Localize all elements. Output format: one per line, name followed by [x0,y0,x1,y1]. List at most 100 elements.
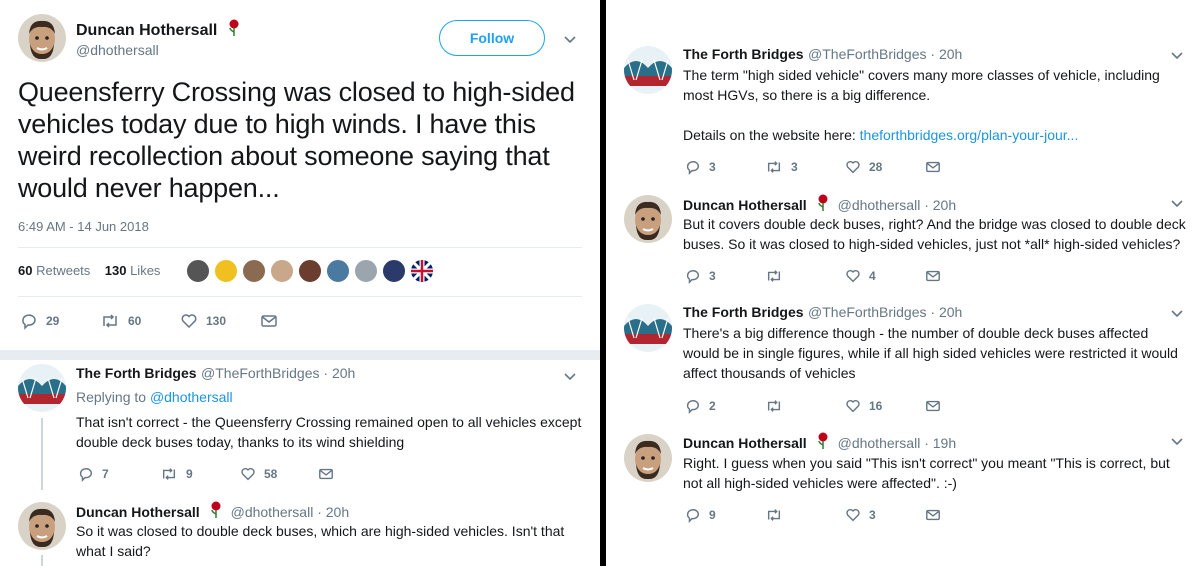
duncan-avatar[interactable] [624,434,672,482]
dm-button[interactable] [260,311,278,331]
reply-button[interactable]: 3 [685,157,716,177]
envelope-icon [926,400,940,412]
liker-avatar[interactable] [409,258,435,284]
reply-author-name[interactable]: The Forth Bridges [76,365,197,381]
tweet-text: Right. I guess when you said "This isn't… [683,455,1170,491]
duncan-avatar[interactable] [18,502,66,550]
forth-bridges-avatar[interactable] [624,46,672,94]
reply-author-handle[interactable]: @TheForthBridges · 20h [201,365,355,381]
reply-text: So it was closed to double deck buses, w… [76,523,565,559]
heart-icon [846,269,860,283]
main-author-handle[interactable]: @dhothersall [76,42,159,58]
forth-bridges-avatar[interactable] [18,364,66,412]
liker-avatar[interactable] [298,259,322,283]
liker-avatar[interactable] [270,259,294,283]
liker-avatar[interactable] [354,259,378,283]
forth-bridges-avatar[interactable] [624,304,672,352]
chevron-down-icon[interactable] [1168,432,1186,450]
main-tweet-text: Queensferry Crossing was closed to high-… [18,77,575,203]
reply-text: That isn't correct - the Queensferry Cro… [76,414,582,450]
liker-avatar[interactable] [382,259,406,283]
dm-button[interactable] [925,505,941,525]
reply-button[interactable]: 9 [685,505,716,525]
dm-button[interactable] [925,157,941,177]
chevron-down-icon[interactable] [561,367,579,385]
retweet-button[interactable]: 9 [160,464,193,484]
envelope-icon [926,270,940,282]
reply-button[interactable]: 29 [20,311,59,331]
tweet-text: There's a big difference though - the nu… [683,325,1178,381]
reply-author-name[interactable]: Duncan Hothersall [76,504,200,520]
chevron-down-icon[interactable] [1168,194,1186,212]
tweet-author-name[interactable]: The Forth Bridges [683,46,804,62]
dm-button[interactable] [925,266,941,286]
main-tweet-actions: 29 60 130 [20,311,320,331]
heart-icon [181,314,197,329]
reply-author-handle[interactable]: @dhothersall · 20h [231,504,350,520]
main-author-name[interactable]: Duncan Hothersall [76,22,217,39]
reply-button[interactable]: 2 [685,396,716,416]
follow-button[interactable]: Follow [439,20,545,56]
liker-avatar[interactable] [214,259,238,283]
heart-icon [846,399,860,413]
replying-to: Replying to @dhothersall [76,389,233,405]
chevron-down-icon[interactable] [1168,46,1186,64]
like-button[interactable]: 130 [180,311,226,331]
retweets-stat[interactable]: 60 Retweets [18,263,90,278]
duncan-avatar[interactable] [624,195,672,243]
retweet-button[interactable] [765,505,791,525]
reply-icon [79,468,93,482]
retweet-button[interactable]: 3 [765,157,798,177]
reply-icon [22,314,36,330]
tweet-author-name[interactable]: Duncan Hothersall [683,197,807,213]
retweet-icon [767,509,781,521]
tweet-stats: 60 Retweets 130 Likes [18,263,160,278]
rose-icon [211,501,221,518]
like-button[interactable]: 3 [845,505,876,525]
rose-icon [818,432,828,449]
tweet-author-name[interactable]: The Forth Bridges [683,304,804,320]
tweet-text: The term "high sided vehicle" covers man… [683,67,1160,103]
tweet-author-handle[interactable]: @dhothersall · 19h [838,435,957,451]
reply-button[interactable]: 7 [78,464,109,484]
retweet-button[interactable]: 60 [100,311,141,331]
like-button[interactable]: 16 [845,396,882,416]
retweet-button[interactable] [765,396,791,416]
tweet-author-handle[interactable]: @TheForthBridges · 20h [808,46,962,62]
heart-icon [846,508,860,522]
like-button[interactable]: 58 [240,464,277,484]
like-button[interactable]: 28 [845,157,882,177]
dm-button[interactable] [925,396,941,416]
left-panel: Duncan Hothersall @dhothersall Follow Qu… [0,0,600,566]
section-separator [0,350,600,360]
liker-avatar[interactable] [186,259,210,283]
main-tweet-timestamp[interactable]: 6:49 AM - 14 Jun 2018 [18,219,149,234]
rose-icon [229,19,239,36]
dm-button[interactable] [318,464,334,484]
envelope-icon [319,468,333,480]
chevron-down-icon[interactable] [1168,304,1186,322]
reply-icon [686,509,700,523]
duncan-avatar[interactable] [18,14,66,62]
liker-avatar[interactable] [326,259,350,283]
tweet-author-handle[interactable]: @TheForthBridges · 20h [808,304,962,320]
envelope-icon [926,509,940,521]
retweet-button[interactable] [765,266,791,286]
retweet-icon [103,314,117,328]
replying-to-link[interactable]: @dhothersall [150,389,233,405]
tweet-actions: 3 4 [685,266,945,286]
liker-avatar[interactable] [242,259,266,283]
chevron-down-icon[interactable] [561,30,579,48]
tweet-actions: 9 3 [685,505,945,525]
reply-button[interactable]: 3 [685,266,716,286]
rose-icon [818,194,828,211]
tweet-text-details: Details on the website here: theforthbri… [683,127,1079,143]
likes-stat[interactable]: 130 Likes [105,263,161,278]
tweet-author-handle[interactable]: @dhothersall · 20h [838,197,957,213]
reply-icon [686,270,700,284]
website-link[interactable]: theforthbridges.org/plan-your-jour... [860,127,1079,143]
tweet-text: But it covers double deck buses, right? … [683,216,1186,252]
tweet-author-name[interactable]: Duncan Hothersall [683,435,807,451]
like-button[interactable]: 4 [845,266,876,286]
reply-actions: 7 9 58 [78,464,338,484]
